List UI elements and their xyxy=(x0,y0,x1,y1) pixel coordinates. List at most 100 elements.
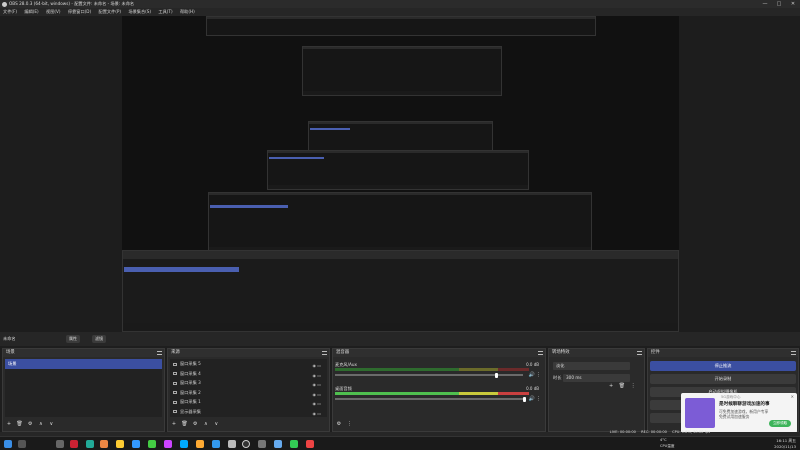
minimize-button[interactable]: — xyxy=(758,0,772,8)
move-up-button[interactable]: ∧ xyxy=(202,419,210,429)
source-item[interactable]: 窗口采集 3 ◉ ▭ xyxy=(170,378,327,388)
app-icon[interactable] xyxy=(274,440,282,448)
duration-input[interactable]: 300 ms xyxy=(563,374,630,382)
scene-item[interactable]: 场景 xyxy=(5,359,162,369)
source-item[interactable]: 窗口采集 1 ◉ ▭ xyxy=(170,397,327,407)
add-source-button[interactable]: + xyxy=(170,419,178,429)
menu-help[interactable]: 帮助(H) xyxy=(180,9,195,14)
add-scene-button[interactable]: + xyxy=(5,419,13,429)
more-options-icon[interactable]: ⋮ xyxy=(536,372,541,378)
window-icon xyxy=(173,362,177,366)
app-icon[interactable] xyxy=(164,440,172,448)
add-transition-button[interactable]: + xyxy=(609,383,613,389)
windows-taskbar: 4°C CPU温度 16:11 周五 2020/11/13 xyxy=(0,436,800,450)
track-name: 麦克风/Aux xyxy=(335,362,357,367)
controls-title: 控件 xyxy=(651,350,660,355)
recursive-preview xyxy=(122,16,679,332)
app-icon[interactable] xyxy=(70,440,78,448)
notification-cta-button[interactable]: 立即领取 xyxy=(769,420,791,427)
dock-menu-icon[interactable] xyxy=(538,351,543,355)
close-button[interactable]: ✕ xyxy=(786,0,800,8)
menu-bar: 文件(F) 编辑(E) 视图(V) 停靠窗口(D) 配置文件(P) 场景集合(S… xyxy=(0,8,800,16)
transition-select[interactable]: 淡化 xyxy=(553,362,630,370)
volume-slider[interactable] xyxy=(335,398,523,400)
transition-menu-button[interactable]: ⋮ xyxy=(631,383,636,389)
maximize-button[interactable]: □ xyxy=(772,0,786,8)
menu-edit[interactable]: 编辑(E) xyxy=(24,9,38,14)
mixer-settings-button[interactable]: ⚙ xyxy=(335,419,343,429)
notification-body: 可免费加速游戏，新用户专享免费试用加速服务 xyxy=(719,409,769,419)
source-settings-button[interactable]: ⚙ xyxy=(191,419,199,429)
eye-lock-icon[interactable]: ◉ ▭ xyxy=(312,409,321,419)
source-item[interactable]: 显示器采集 ◉ ▭ xyxy=(170,407,327,417)
sources-list: 窗口采集 5 ◉ ▭ 窗口采集 4 ◉ ▭ 窗口采集 3 ◉ ▭ 窗口采集 2 ◉ ▭ … xyxy=(170,359,327,417)
mixer-menu-button[interactable]: ⋮ xyxy=(346,419,354,429)
app-icon[interactable] xyxy=(100,440,108,448)
app-icon[interactable] xyxy=(180,440,188,448)
scenes-dock: 场景 场景 + 🗑 ⚙ ∧ ∨ xyxy=(2,348,165,432)
windows-start-icon[interactable] xyxy=(4,440,12,448)
scenes-footer: + 🗑 ⚙ ∧ ∨ xyxy=(5,419,56,429)
obs-taskbar-icon[interactable] xyxy=(242,440,250,448)
start-recording-button[interactable]: 开始录制 xyxy=(650,374,796,384)
task-view-icon[interactable] xyxy=(18,440,26,448)
speaker-icon[interactable]: 🔊 xyxy=(529,396,535,402)
filters-button[interactable]: 滤镜 xyxy=(92,335,106,343)
system-clock[interactable]: 16:11 周五 2020/11/13 xyxy=(774,438,796,449)
window-icon xyxy=(173,391,177,394)
close-icon[interactable]: ✕ xyxy=(791,394,794,399)
volume-slider-handle[interactable] xyxy=(523,396,526,402)
app-icon[interactable] xyxy=(306,440,314,448)
app-icon[interactable] xyxy=(212,440,220,448)
volume-meter xyxy=(335,368,529,371)
app-icon[interactable] xyxy=(148,440,156,448)
dock-menu-icon[interactable] xyxy=(637,351,642,355)
title-bar: OBS 28.0.3 (64-bit, windows) - 配置文件: 未命名… xyxy=(0,0,800,8)
dock-menu-icon[interactable] xyxy=(322,351,327,355)
dock-menu-icon[interactable] xyxy=(791,351,796,355)
properties-button[interactable]: 属性 xyxy=(66,335,80,343)
browser-icon[interactable] xyxy=(132,440,140,448)
move-up-button[interactable]: ∧ xyxy=(37,419,45,429)
remove-source-button[interactable]: 🗑 xyxy=(181,419,189,429)
folder-icon[interactable] xyxy=(116,440,124,448)
window-title: OBS 28.0.3 (64-bit, windows) - 配置文件: 未命名… xyxy=(9,1,135,6)
obs-logo-icon xyxy=(2,1,7,7)
stop-streaming-button[interactable]: 停止推流 xyxy=(650,361,796,371)
scene-settings-button[interactable]: ⚙ xyxy=(26,419,34,429)
speaker-icon[interactable]: 🔊 xyxy=(529,372,535,378)
source-item[interactable]: 窗口采集 2 ◉ ▭ xyxy=(170,388,327,398)
nested-preview-1 xyxy=(206,16,596,36)
menu-profile[interactable]: 配置文件(P) xyxy=(99,9,122,14)
app-icon[interactable] xyxy=(56,440,64,448)
menu-docks[interactable]: 停靠窗口(D) xyxy=(68,9,91,14)
app-icon[interactable] xyxy=(290,440,298,448)
menu-view[interactable]: 视图(V) xyxy=(46,9,61,14)
move-down-button[interactable]: ∨ xyxy=(212,419,220,429)
app-icon[interactable] xyxy=(228,440,236,448)
mixer-footer: ⚙ ⋮ xyxy=(335,419,355,429)
status-readout: LIVE: 00:00:00 REC: 00:00:00 CPU: 1.8%, … xyxy=(610,430,710,434)
volume-slider-handle[interactable] xyxy=(495,372,498,378)
weather-widget[interactable]: 4°C CPU温度 xyxy=(660,438,675,449)
app-icon[interactable] xyxy=(196,440,204,448)
source-item[interactable]: 窗口采集 5 ◉ ▭ xyxy=(170,359,327,369)
remove-scene-button[interactable]: 🗑 xyxy=(16,419,24,429)
preview-canvas[interactable] xyxy=(0,16,800,332)
live-timer: LIVE: 00:00:00 xyxy=(609,430,636,434)
mixer-track: 桌面音频 0.0 dB 🔊 ⋮ xyxy=(335,385,543,405)
menu-scene-collection[interactable]: 场景集合(S) xyxy=(128,9,151,14)
menu-tools[interactable]: 工具(T) xyxy=(158,9,172,14)
obs-window: OBS 28.0.3 (64-bit, windows) - 配置文件: 未命名… xyxy=(0,0,800,450)
toast-notification[interactable]: 5G游戏中心 ✕ 是时候聊聊游戏加速的事 可免费加速游戏，新用户专享免费试用加速… xyxy=(681,393,797,433)
remove-transition-button[interactable]: 🗑 xyxy=(619,383,625,389)
source-item[interactable]: 窗口采集 4 ◉ ▭ xyxy=(170,369,327,379)
move-down-button[interactable]: ∨ xyxy=(47,419,55,429)
sources-dock: 来源 窗口采集 5 ◉ ▭ 窗口采集 4 ◉ ▭ 窗口采集 3 ◉ ▭ 窗口采集 2 ◉… xyxy=(167,348,330,432)
more-options-icon[interactable]: ⋮ xyxy=(536,396,541,402)
app-icon[interactable] xyxy=(86,440,94,448)
notification-title: 是时候聊聊游戏加速的事 xyxy=(719,402,770,407)
app-icon[interactable] xyxy=(258,440,266,448)
dock-menu-icon[interactable] xyxy=(157,351,162,355)
menu-file[interactable]: 文件(F) xyxy=(3,9,17,14)
